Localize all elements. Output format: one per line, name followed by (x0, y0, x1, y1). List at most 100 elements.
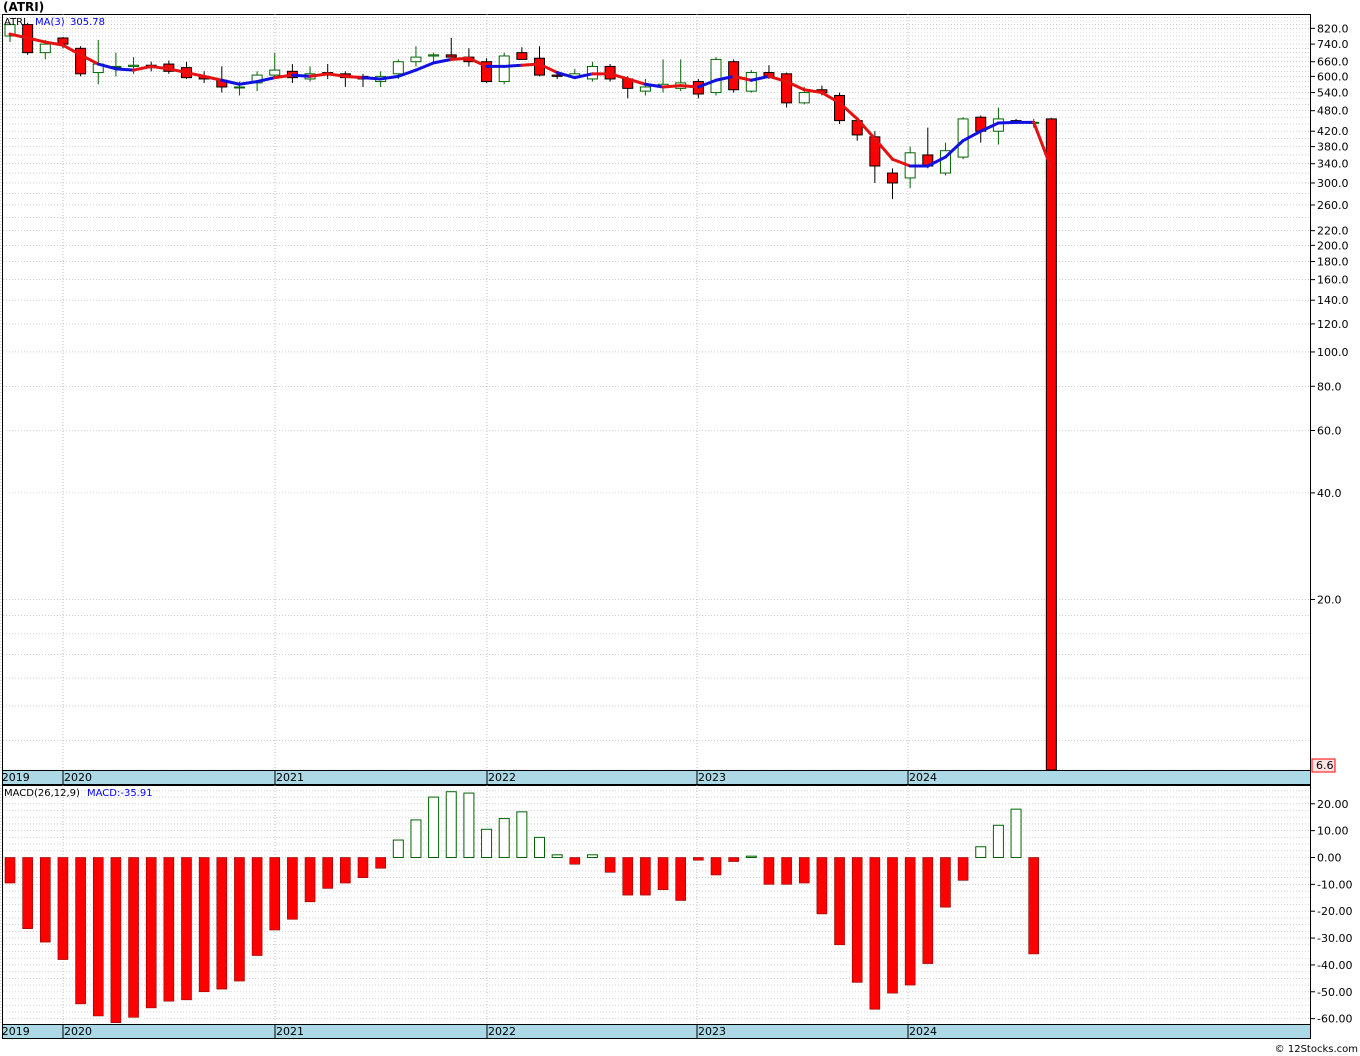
macd-bar (763, 857, 775, 885)
x-tick-label: 2019 (2, 771, 30, 784)
macd-bar (869, 857, 881, 1010)
price-y-tick-label: 180.0 (1317, 256, 1349, 269)
macd-bar (234, 857, 245, 982)
candle-body (428, 54, 440, 57)
macd-bar (39, 857, 51, 943)
macd-bar (498, 818, 510, 859)
price-y-tick-label: 540.0 (1317, 87, 1349, 100)
macd-y-tick-label: 20.00 (1317, 798, 1349, 811)
last-price-label: 6.6 (1316, 759, 1334, 772)
price-legend: ATRI MA(3) 305.78 (4, 17, 105, 28)
copyright-label: © 12Stocks.com (1275, 1044, 1358, 1055)
macd-bar (269, 857, 281, 931)
ma-segment (449, 56, 471, 61)
candle-body (798, 92, 810, 104)
price-y-tick-label: 820.0 (1317, 22, 1349, 35)
macd-bar (287, 857, 298, 920)
stock-chart: (ATRI) 820.0 740.0 660.0600.0 540.0 480.0 420… (0, 0, 1358, 1055)
price-y-tick-label: 200.0 (1317, 239, 1349, 252)
x-tick-label: 2024 (909, 771, 937, 784)
candle-body (887, 172, 898, 184)
candle-body (781, 73, 793, 104)
macd-y-tick-label: -60.00 (1317, 1013, 1352, 1026)
price-y-tick-label: 260.0 (1317, 199, 1349, 212)
macd-legend: MACD(26,12,9) MACD:-35.91 (4, 788, 153, 799)
macd-bar (887, 857, 898, 994)
macd-bar (675, 857, 687, 901)
macd-bar (534, 836, 545, 859)
macd-bar (834, 857, 845, 946)
price-y-tick-label: 480.0 (1317, 105, 1349, 118)
macd-bar (110, 857, 122, 1023)
macd-bar (516, 811, 528, 859)
candle-body (745, 72, 757, 92)
price-panel: 820.0 740.0 660.0600.0 540.0 480.0 420.0 380.0… (0, 14, 1349, 775)
ma-segment (343, 74, 365, 80)
price-panel-frame (2, 14, 1311, 771)
macd-bar (251, 857, 263, 956)
price-y-tick-label: 160.0 (1317, 274, 1349, 287)
x-tick-label: 2023 (698, 1025, 726, 1038)
macd-bar (957, 857, 969, 881)
macd-bar (1010, 808, 1022, 859)
macd-bar (392, 839, 404, 859)
macd-bar (728, 857, 739, 862)
macd-bar (181, 857, 192, 1001)
macd-bar (463, 792, 475, 859)
chart-title: (ATRI) (3, 0, 44, 14)
macd-panel-frame (2, 785, 1311, 1025)
macd-bar (657, 857, 669, 891)
ma-segment (114, 67, 136, 72)
ma-segment (520, 62, 541, 67)
macd-y-tick-label: -30.00 (1317, 932, 1352, 945)
macd-bar (163, 857, 175, 1002)
ma-segment (679, 84, 700, 89)
macd-bar (816, 857, 828, 915)
macd-bar (216, 857, 228, 990)
candle-body (516, 52, 528, 60)
macd-panel: 20.00 10.00 0.00 -10.00 -20.00 -30.00 -40.00 -5… (0, 785, 1352, 1026)
x-tick-label: 2020 (64, 1025, 92, 1038)
macd-bar (693, 857, 704, 861)
macd-y-tick-label: -40.00 (1317, 959, 1352, 972)
macd-bar (22, 857, 33, 929)
price-y-tick-label: 40.0 (1317, 487, 1342, 500)
macd-bar (710, 857, 722, 876)
legend-symbol: ATRI (4, 17, 26, 28)
price-y-tick-label: 300.0 (1317, 177, 1349, 190)
ma-segment (290, 73, 312, 78)
macd-bar (198, 857, 210, 993)
price-x-axis-band (2, 770, 1311, 785)
macd-bar (851, 857, 863, 983)
candle-body (639, 86, 651, 92)
legend-ma-value: 305.78 (70, 17, 105, 28)
macd-bar (586, 854, 598, 859)
ma-segment (502, 63, 524, 68)
price-y-tick-label: 380.0 (1317, 141, 1349, 154)
price-y-tick-label: 20.0 (1317, 593, 1342, 606)
x-tick-label: 2022 (488, 1025, 516, 1038)
macd-legend-label: MACD(26,12,9) (4, 788, 80, 799)
candle-body (710, 58, 722, 94)
price-y-tick-label: 340.0 (1317, 158, 1349, 171)
candle-body (1045, 118, 1057, 771)
macd-bar (798, 857, 810, 884)
candle-body (410, 56, 422, 63)
price-y-tick-label: 660.0 (1317, 56, 1349, 69)
macd-bar (128, 857, 139, 1018)
macd-bar (375, 857, 386, 869)
candle-body (498, 55, 510, 83)
x-tick-label: 2020 (64, 771, 92, 784)
macd-y-axis: 20.00 10.00 0.00 -10.00 -20.00 -30.00 -40.00 -5… (1310, 798, 1352, 1026)
macd-bar (640, 857, 651, 896)
macd-bar (604, 857, 616, 873)
ma-segment (996, 120, 1018, 125)
macd-bar (940, 857, 951, 908)
macd-bar (551, 854, 563, 859)
macd-bar (428, 796, 440, 859)
macd-bar (622, 857, 634, 896)
price-y-tick-label: 60.0 (1317, 425, 1342, 438)
macd-bar (92, 857, 104, 1017)
macd-bar (481, 828, 493, 859)
macd-bar (1028, 857, 1039, 955)
